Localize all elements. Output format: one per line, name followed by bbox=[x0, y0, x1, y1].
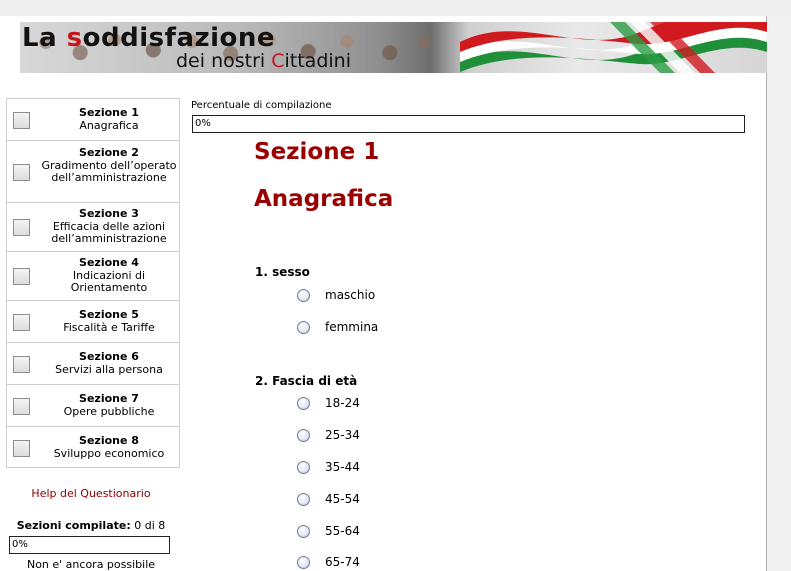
radio-button-icon[interactable] bbox=[297, 429, 310, 442]
brand-line-1: La soddisfazione bbox=[22, 23, 276, 53]
not-yet-notice: Non e' ancora possibile bbox=[26, 558, 156, 571]
checkbox-icon[interactable] bbox=[13, 164, 30, 181]
sidebar-item-text: Sezione 8 Sviluppo economico bbox=[53, 434, 165, 460]
sidebar-item-sezione-8[interactable]: Sezione 8 Sviluppo economico bbox=[6, 426, 180, 468]
radio-button-icon[interactable] bbox=[297, 556, 310, 569]
top-strip bbox=[0, 0, 791, 16]
question-sesso: 1. sesso bbox=[255, 265, 310, 279]
tricolor-ribbon-image bbox=[460, 22, 767, 73]
question-fascia-eta: 2. Fascia di età bbox=[255, 374, 358, 388]
checkbox-icon[interactable] bbox=[13, 314, 30, 331]
checkbox-icon[interactable] bbox=[13, 398, 30, 415]
checkbox-icon[interactable] bbox=[13, 219, 30, 236]
brand-line-2: dei nostri Cittadini bbox=[176, 50, 351, 72]
completed-progress-bar: 0% bbox=[9, 536, 170, 554]
section-sidebar: Sezione 1 Anagrafica Sezione 2 Gradimento … bbox=[6, 98, 180, 468]
radio-button-icon[interactable] bbox=[297, 525, 310, 538]
sidebar-item-text: Sezione 6 Servizi alla persona bbox=[55, 350, 163, 376]
sidebar-item-sezione-1[interactable]: Sezione 1 Anagrafica bbox=[6, 98, 180, 140]
sidebar-item-sezione-6[interactable]: Sezione 6 Servizi alla persona bbox=[6, 342, 180, 384]
section-title: Sezione 1 bbox=[254, 139, 380, 165]
progress-label: Percentuale di compilazione bbox=[191, 100, 332, 111]
sidebar-item-sezione-4[interactable]: Sezione 4 Indicazioni di Orientamento bbox=[6, 251, 180, 300]
radio-button-icon[interactable] bbox=[297, 493, 310, 506]
checkbox-icon[interactable] bbox=[13, 268, 30, 285]
checkbox-icon[interactable] bbox=[13, 440, 30, 457]
radio-button-icon[interactable] bbox=[297, 397, 310, 410]
section-subtitle: Anagrafica bbox=[254, 186, 394, 212]
checkbox-icon[interactable] bbox=[13, 356, 30, 373]
sidebar-item-text: Sezione 2 Gradimento dell’operato dell’am… bbox=[41, 146, 177, 184]
sidebar-item-sezione-3[interactable]: Sezione 3 Efficacia delle azioni dell’amm… bbox=[6, 202, 180, 251]
sidebar-item-text: Sezione 5 Fiscalità e Tariffe bbox=[63, 308, 155, 334]
sidebar-item-sezione-2[interactable]: Sezione 2 Gradimento dell’operato dell’am… bbox=[6, 140, 180, 202]
checkbox-icon[interactable] bbox=[13, 112, 30, 129]
sidebar-item-text: Sezione 1 Anagrafica bbox=[79, 106, 139, 132]
radio-button-icon[interactable] bbox=[297, 321, 310, 334]
completed-sections-label: Sezioni compilate: 0 di 8 bbox=[16, 519, 166, 532]
sidebar-item-text: Sezione 4 Indicazioni di Orientamento bbox=[70, 256, 148, 294]
right-margin bbox=[767, 16, 791, 571]
help-link[interactable]: Help del Questionario bbox=[6, 487, 176, 500]
radio-button-icon[interactable] bbox=[297, 289, 310, 302]
header-banner: La soddisfazione dei nostri Cittadini bbox=[20, 22, 767, 73]
sidebar-item-text: Sezione 3 Efficacia delle azioni dell’amm… bbox=[51, 207, 167, 245]
sidebar-item-sezione-5[interactable]: Sezione 5 Fiscalità e Tariffe bbox=[6, 300, 180, 342]
sidebar-item-sezione-7[interactable]: Sezione 7 Opere pubbliche bbox=[6, 384, 180, 426]
radio-button-icon[interactable] bbox=[297, 461, 310, 474]
progress-bar: 0% bbox=[192, 115, 745, 133]
sidebar-item-text: Sezione 7 Opere pubbliche bbox=[63, 392, 155, 418]
